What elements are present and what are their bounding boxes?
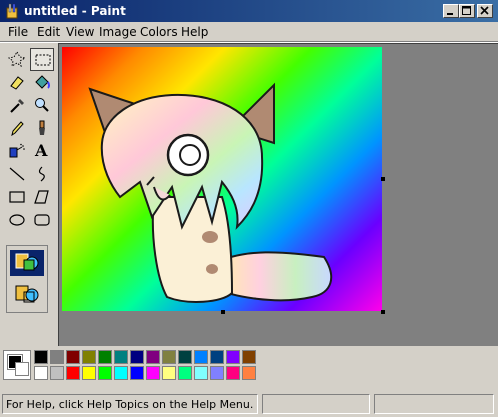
resize-handle-bottom[interactable] (221, 310, 225, 314)
close-button[interactable] (477, 4, 493, 18)
tool-text[interactable]: A (30, 140, 54, 163)
palette-swatch[interactable] (34, 366, 48, 380)
resize-handle-right[interactable] (381, 177, 385, 181)
tool-pencil[interactable] (5, 117, 29, 140)
pencil-icon (11, 121, 24, 136)
ellipse-icon (9, 214, 25, 226)
tool-free-form-select[interactable] (5, 48, 29, 71)
palette-swatch[interactable] (162, 350, 176, 364)
menu-image[interactable]: Image (99, 25, 137, 39)
palette-swatch[interactable] (66, 366, 80, 380)
minimize-button[interactable] (443, 4, 459, 18)
palette-swatch[interactable] (242, 366, 256, 380)
tool-curve[interactable] (30, 163, 54, 186)
opaque-option-icon (15, 253, 39, 271)
airbrush-icon (9, 143, 25, 158)
text-tool-icon: A (35, 141, 48, 160)
status-position-panel (262, 394, 370, 414)
tool-brush[interactable] (30, 117, 54, 140)
palette-swatch[interactable] (82, 366, 96, 380)
palette-swatch[interactable] (34, 350, 48, 364)
status-help-panel: For Help, click Help Topics on the Help … (2, 394, 258, 414)
palette-swatch[interactable] (130, 350, 144, 364)
palette-swatch[interactable] (114, 350, 128, 364)
tool-eraser[interactable] (5, 71, 29, 94)
color-picker-icon (10, 99, 24, 113)
palette-swatch[interactable] (178, 350, 192, 364)
color-palette (0, 346, 498, 388)
transparent-option-icon (15, 285, 39, 303)
paint-app-icon[interactable] (4, 3, 20, 19)
opaque-selection-option[interactable] (10, 250, 44, 276)
menu-help[interactable]: Help (181, 25, 208, 39)
maximize-icon (462, 6, 471, 15)
palette-swatch[interactable] (98, 350, 112, 364)
palette-swatch[interactable] (50, 350, 64, 364)
rounded-rectangle-icon (34, 214, 50, 226)
tool-fill[interactable] (30, 71, 54, 94)
palette-swatch[interactable] (226, 350, 240, 364)
tool-polygon[interactable] (30, 186, 54, 209)
tool-ellipse[interactable] (5, 209, 29, 232)
palette-swatch[interactable] (82, 350, 96, 364)
minimize-icon (447, 13, 453, 15)
palette-swatch[interactable] (226, 366, 240, 380)
rectangle-select-icon (35, 54, 51, 66)
curve-icon (38, 166, 45, 182)
tool-line[interactable] (5, 163, 29, 186)
drawing-canvas[interactable] (62, 47, 382, 311)
transparent-selection-option[interactable] (10, 282, 44, 308)
tool-rectangle-select[interactable] (30, 48, 54, 71)
tool-pick-color[interactable] (5, 94, 29, 117)
polygon-icon (34, 190, 49, 204)
window-title: untitled - Paint (24, 4, 126, 18)
palette-swatch[interactable] (242, 350, 256, 364)
fill-bucket-icon (35, 75, 50, 89)
title-bar[interactable]: untitled - Paint (0, 0, 498, 22)
line-icon (9, 167, 25, 181)
palette-swatch[interactable] (210, 350, 224, 364)
current-colors (3, 350, 31, 380)
resize-handle-corner[interactable] (381, 310, 385, 314)
tool-rounded-rectangle[interactable] (30, 209, 54, 232)
tool-magnifier[interactable] (30, 94, 54, 117)
free-form-select-icon (8, 51, 26, 67)
palette-swatch[interactable] (66, 350, 80, 364)
eraser-icon (10, 76, 24, 90)
close-icon (480, 6, 489, 15)
palette-swatch[interactable] (146, 366, 160, 380)
palette-swatch[interactable] (194, 366, 208, 380)
palette-swatch[interactable] (210, 366, 224, 380)
menu-bar: File Edit View Image Colors Help (0, 22, 498, 41)
status-help-text: For Help, click Help Topics on the Help … (6, 398, 254, 411)
brush-icon (39, 120, 45, 135)
maximize-button[interactable] (459, 4, 475, 18)
palette-swatch[interactable] (146, 350, 160, 364)
palette-swatch[interactable] (98, 366, 112, 380)
status-bar: For Help, click Help Topics on the Help … (0, 392, 498, 417)
magnifier-icon (35, 98, 49, 112)
status-size-panel (374, 394, 494, 414)
menu-colors[interactable]: Colors (140, 25, 178, 39)
tool-rectangle[interactable] (5, 186, 29, 209)
palette-swatch[interactable] (50, 366, 64, 380)
background-color[interactable] (15, 362, 29, 376)
menu-edit[interactable]: Edit (37, 25, 60, 39)
tool-options-panel (6, 245, 48, 313)
menu-file[interactable]: File (8, 25, 28, 39)
palette-swatch[interactable] (114, 366, 128, 380)
tool-airbrush[interactable] (5, 140, 29, 163)
rectangle-icon (9, 191, 25, 203)
palette-swatch[interactable] (130, 366, 144, 380)
menu-view[interactable]: View (66, 25, 94, 39)
palette-swatch[interactable] (178, 366, 192, 380)
cat-drawing (88, 82, 333, 303)
palette-swatch[interactable] (194, 350, 208, 364)
palette-swatch[interactable] (162, 366, 176, 380)
